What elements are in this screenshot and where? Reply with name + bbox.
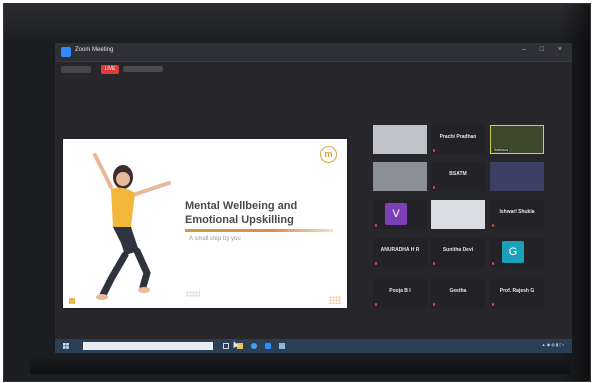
windows-taskbar: ▲ ◉ ◍ ▮ ▯ ▪ xyxy=(55,339,572,353)
zoom-logo-icon xyxy=(61,47,71,57)
shared-presentation-slide: m Mental Wellbeing and Emotional Upskill… xyxy=(63,139,347,308)
mic-muted-icon xyxy=(433,303,435,306)
record-indicator[interactable] xyxy=(61,66,91,73)
participant-tile[interactable]: V xyxy=(373,200,427,229)
participant-name: Geetha xyxy=(449,288,467,294)
mic-muted-icon xyxy=(375,224,377,227)
participant-name: Prof. Rajesh G xyxy=(499,288,535,294)
mic-muted-icon xyxy=(433,186,435,189)
mic-muted-icon xyxy=(433,149,435,152)
participant-name: Pooja B I xyxy=(389,288,411,294)
system-tray[interactable]: ▲ ◉ ◍ ▮ ▯ ▪ xyxy=(542,342,564,347)
slide-title-line-2: Emotional Upskilling xyxy=(185,214,294,226)
participant-tile[interactable]: Prof. Rajesh G xyxy=(490,279,544,308)
zoom-meeting-screen: Zoom Meeting – □ × LIVE m Mental Wellbei… xyxy=(55,43,572,353)
monitor-top-bezel xyxy=(4,4,590,44)
slide-title-line-1: Mental Wellbeing and xyxy=(185,200,298,212)
toolbar-info xyxy=(123,66,163,72)
brand-logo: m xyxy=(320,146,337,163)
participant-tile[interactable]: BSATM xyxy=(431,162,485,191)
app-taskbar-icon[interactable] xyxy=(279,343,285,349)
participant-tile[interactable]: Ishwarl Shukla xyxy=(490,200,544,229)
meeting-toolbar: LIVE xyxy=(61,65,261,75)
participant-name: Ishwarl Shukla xyxy=(499,209,535,215)
task-view-icon[interactable] xyxy=(223,343,229,349)
window-controls[interactable]: – □ × xyxy=(522,46,568,53)
participant-tile[interactable]: Geetha xyxy=(431,279,485,308)
avatar: V xyxy=(385,203,407,225)
title-underline xyxy=(185,229,333,232)
windows-start-icon[interactable] xyxy=(63,343,69,349)
decorative-dots-corner xyxy=(329,296,341,304)
live-badge[interactable]: LIVE xyxy=(101,65,119,74)
monitor-bottom-bezel xyxy=(30,358,570,374)
window-titlebar: Zoom Meeting – □ × xyxy=(55,43,572,62)
participant-name: Sunitha Devi xyxy=(442,247,474,253)
participant-tile[interactable]: ANURADHA H R xyxy=(373,238,427,267)
participant-name: Prachi Pradhan xyxy=(439,134,477,140)
participant-tile[interactable] xyxy=(490,162,544,191)
slide-title: Mental Wellbeing and Emotional Upskillin… xyxy=(185,199,325,227)
mic-muted-icon xyxy=(492,262,494,265)
mic-muted-icon xyxy=(375,262,377,265)
window-title: Zoom Meeting xyxy=(75,47,114,53)
mic-muted-icon xyxy=(492,303,494,306)
participant-tile[interactable]: Sunitha Devi xyxy=(431,238,485,267)
participant-tile-active-speaker[interactable]: Sadhana xyxy=(490,125,544,154)
decorative-dots xyxy=(186,291,200,297)
participant-tile[interactable]: Pooja B I xyxy=(373,279,427,308)
mic-muted-icon xyxy=(375,303,377,306)
zoom-taskbar-icon[interactable] xyxy=(265,343,271,349)
participant-caption: Sadhana xyxy=(493,148,510,152)
mic-muted-icon xyxy=(492,224,494,227)
participant-name: ANURADHA H R xyxy=(380,247,420,253)
participant-tile[interactable] xyxy=(373,162,427,191)
browser-icon[interactable] xyxy=(251,343,257,349)
participant-tile[interactable] xyxy=(431,200,485,229)
decorative-corner-mark xyxy=(69,298,75,304)
participant-name: BSATM xyxy=(449,171,467,177)
mic-muted-icon xyxy=(433,262,435,265)
avatar: G xyxy=(502,241,524,263)
participant-tile[interactable]: G xyxy=(490,238,544,267)
jumping-woman-illustration xyxy=(93,153,171,300)
participant-tile[interactable] xyxy=(373,125,427,154)
participant-tile[interactable]: Prachi Pradhan xyxy=(431,125,485,154)
taskbar-search-input[interactable] xyxy=(83,342,213,350)
slide-subtitle: A small step by you xyxy=(189,236,241,242)
